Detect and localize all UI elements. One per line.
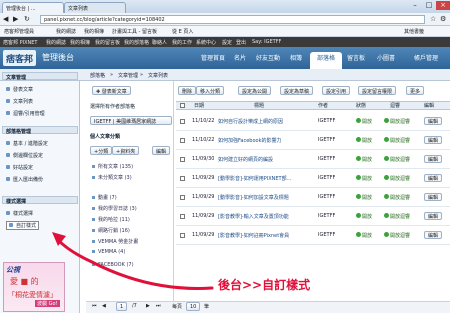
annotation-arrow [52, 232, 214, 290]
page: 管理後台 | ... 文章列表 – □ × ◀ ▶ ↻ panel.pixnet… [0, 0, 450, 313]
annotation-text: 後台>>自訂樣式 [218, 278, 311, 292]
